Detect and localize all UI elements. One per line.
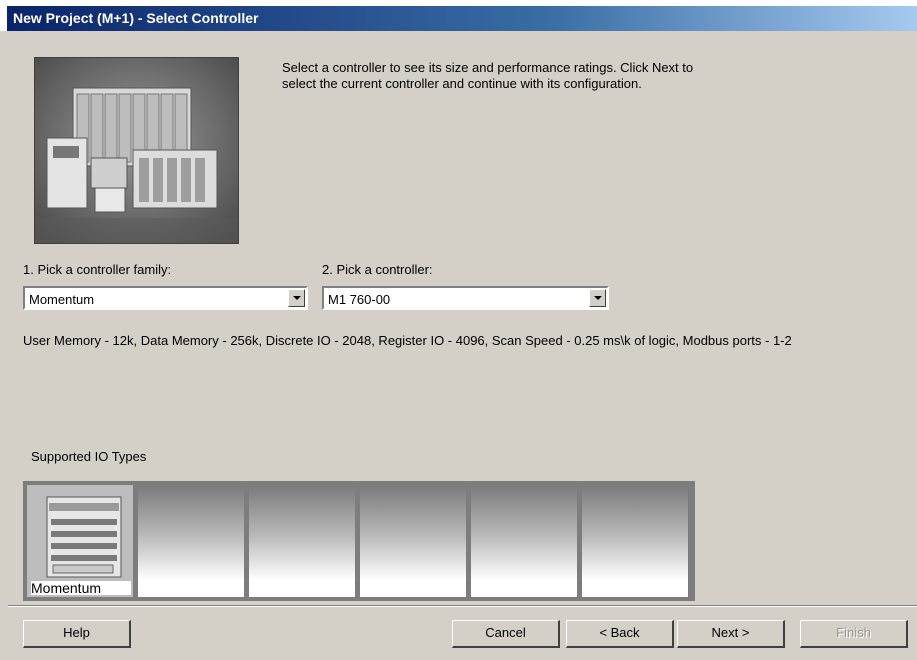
io-type-momentum[interactable]: Momentum — [27, 485, 133, 597]
family-dropdown-value: Momentum — [29, 292, 95, 307]
io-type-slot[interactable] — [471, 485, 577, 597]
io-types-label: Supported IO Types — [31, 449, 147, 464]
dropdown-arrow-icon[interactable] — [589, 289, 606, 307]
next-button[interactable]: Next > — [677, 620, 785, 648]
momentum-module-icon — [27, 485, 133, 581]
controller-label: 2. Pick a controller: — [322, 262, 433, 277]
footer-separator — [8, 605, 917, 607]
io-type-caption — [142, 581, 242, 595]
io-types-list[interactable]: Momentum — [23, 481, 695, 601]
dropdown-arrow-icon[interactable] — [288, 289, 305, 307]
io-type-caption — [475, 581, 575, 595]
family-dropdown[interactable]: Momentum — [23, 286, 308, 310]
io-type-slot[interactable] — [249, 485, 355, 597]
controller-dropdown[interactable]: M1 760-00 — [322, 286, 609, 310]
io-type-slot[interactable] — [138, 485, 244, 597]
controller-photo-graphic — [35, 58, 238, 243]
title-bar: New Project (M+1) - Select Controller — [0, 0, 917, 31]
io-type-caption — [586, 581, 686, 595]
help-button[interactable]: Help — [23, 620, 131, 648]
io-type-caption: Momentum — [31, 581, 131, 595]
window-title: New Project (M+1) - Select Controller — [13, 10, 259, 26]
io-type-slot[interactable] — [360, 485, 466, 597]
io-type-caption — [364, 581, 464, 595]
io-type-caption — [253, 581, 353, 595]
controller-dropdown-value: M1 760-00 — [328, 292, 391, 307]
controller-photo — [34, 57, 239, 244]
back-button[interactable]: < Back — [566, 620, 674, 648]
controller-specs: User Memory - 12k, Data Memory - 256k, D… — [23, 333, 792, 348]
intro-text: Select a controller to see its size and … — [282, 60, 694, 91]
finish-button[interactable]: Finish — [800, 620, 908, 648]
family-label: 1. Pick a controller family: — [23, 262, 172, 277]
io-type-slot[interactable] — [582, 485, 688, 597]
cancel-button[interactable]: Cancel — [452, 620, 560, 648]
